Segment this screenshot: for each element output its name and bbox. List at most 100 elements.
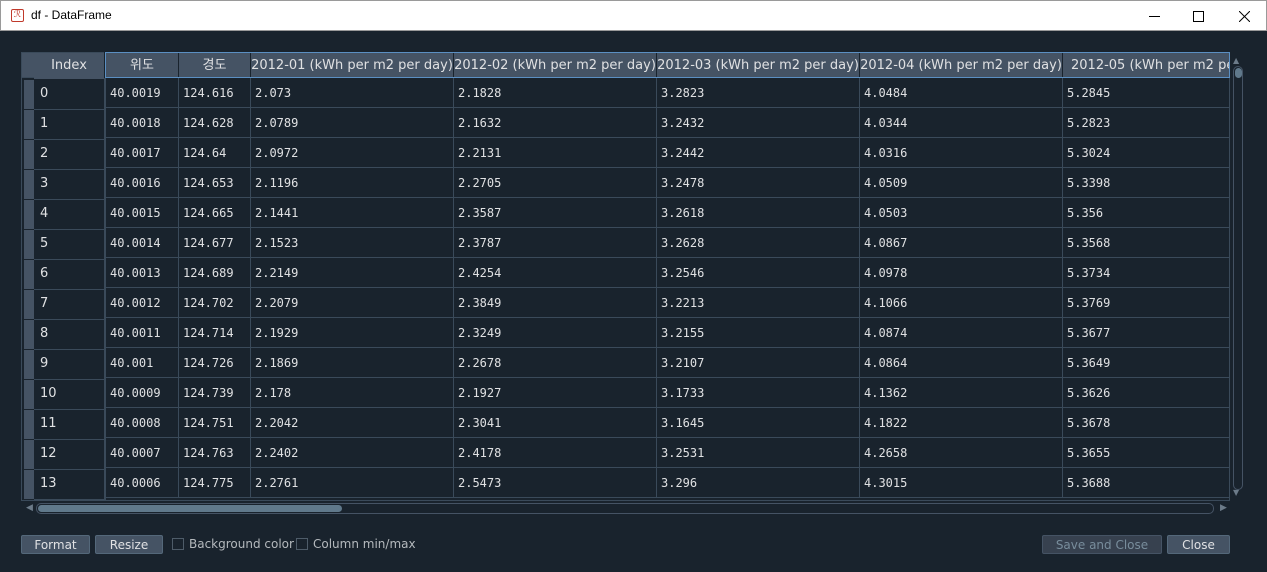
- table-cell[interactable]: 40.001: [106, 348, 179, 378]
- row-marker[interactable]: [24, 260, 34, 289]
- table-cell[interactable]: 3.2618: [657, 198, 860, 228]
- table-cell[interactable]: 124.677: [179, 228, 251, 258]
- row-marker[interactable]: [24, 200, 34, 229]
- table-cell[interactable]: 5.3769: [1063, 288, 1229, 318]
- table-cell[interactable]: 2.2678: [454, 348, 657, 378]
- index-row[interactable]: 6: [24, 260, 104, 290]
- table-cell[interactable]: 3.2432: [657, 108, 860, 138]
- table-cell[interactable]: 4.2658: [860, 438, 1063, 468]
- table-cell[interactable]: 40.0012: [106, 288, 179, 318]
- table-cell[interactable]: 40.0009: [106, 378, 179, 408]
- table-cell[interactable]: 5.3626: [1063, 378, 1229, 408]
- table-cell[interactable]: 2.073: [251, 78, 454, 108]
- table-cell[interactable]: 2.2131: [454, 138, 657, 168]
- horizontal-scroll-thumb[interactable]: [38, 505, 342, 512]
- table-cell[interactable]: 4.0867: [860, 228, 1063, 258]
- index-row[interactable]: 4: [24, 200, 104, 230]
- checkbox-box[interactable]: [172, 538, 184, 550]
- table-cell[interactable]: 2.5473: [454, 468, 657, 498]
- scroll-down-icon[interactable]: ▼: [1233, 488, 1239, 497]
- table-cell[interactable]: 3.2531: [657, 438, 860, 468]
- table-cell[interactable]: 3.1733: [657, 378, 860, 408]
- table-cell[interactable]: 3.2823: [657, 78, 860, 108]
- table-cell[interactable]: 124.751: [179, 408, 251, 438]
- table-cell[interactable]: 2.3587: [454, 198, 657, 228]
- horizontal-scrollbar[interactable]: ◀ ▶: [26, 503, 1230, 515]
- table-cell[interactable]: 3.296: [657, 468, 860, 498]
- row-marker[interactable]: [24, 140, 34, 169]
- row-marker[interactable]: [24, 110, 34, 139]
- vertical-scroll-thumb[interactable]: [1235, 68, 1242, 78]
- table-cell[interactable]: 5.2845: [1063, 78, 1229, 108]
- scroll-left-icon[interactable]: ◀: [26, 503, 33, 513]
- background-color-checkbox[interactable]: Background color: [172, 537, 294, 551]
- table-cell[interactable]: 2.0789: [251, 108, 454, 138]
- table-cell[interactable]: 2.3249: [454, 318, 657, 348]
- index-row[interactable]: 5: [24, 230, 104, 260]
- table-cell[interactable]: 5.3655: [1063, 438, 1229, 468]
- table-cell[interactable]: 2.1632: [454, 108, 657, 138]
- table-cell[interactable]: 5.3024: [1063, 138, 1229, 168]
- table-cell[interactable]: 2.2149: [251, 258, 454, 288]
- table-cell[interactable]: 4.1362: [860, 378, 1063, 408]
- table-cell[interactable]: 2.1523: [251, 228, 454, 258]
- table-cell[interactable]: 2.2761: [251, 468, 454, 498]
- index-row[interactable]: 7: [24, 290, 104, 320]
- table-cell[interactable]: 4.0874: [860, 318, 1063, 348]
- column-header[interactable]: 2012-02 (kWh per m2 per day): [454, 53, 657, 77]
- table-cell[interactable]: 4.1822: [860, 408, 1063, 438]
- index-row[interactable]: 3: [24, 170, 104, 200]
- table-cell[interactable]: 124.775: [179, 468, 251, 498]
- table-cell[interactable]: 4.0503: [860, 198, 1063, 228]
- column-header[interactable]: 경도: [179, 53, 251, 77]
- table-cell[interactable]: 2.2042: [251, 408, 454, 438]
- table-cell[interactable]: 124.714: [179, 318, 251, 348]
- table-cell[interactable]: 3.2628: [657, 228, 860, 258]
- table-cell[interactable]: 5.3688: [1063, 468, 1229, 498]
- table-cell[interactable]: 40.0013: [106, 258, 179, 288]
- table-cell[interactable]: 2.2079: [251, 288, 454, 318]
- table-cell[interactable]: 2.1196: [251, 168, 454, 198]
- table-cell[interactable]: 2.4254: [454, 258, 657, 288]
- table-cell[interactable]: 2.3787: [454, 228, 657, 258]
- minimize-button[interactable]: [1131, 1, 1177, 31]
- table-cell[interactable]: 124.616: [179, 78, 251, 108]
- table-cell[interactable]: 2.0972: [251, 138, 454, 168]
- table-cell[interactable]: 2.1828: [454, 78, 657, 108]
- column-header[interactable]: 위도: [106, 53, 179, 77]
- index-row[interactable]: 0: [24, 80, 104, 110]
- column-header[interactable]: 2012-04 (kWh per m2 per day): [860, 53, 1063, 77]
- table-cell[interactable]: 124.702: [179, 288, 251, 318]
- index-row[interactable]: 10: [24, 380, 104, 410]
- column-header[interactable]: 2012-03 (kWh per m2 per day): [657, 53, 860, 77]
- scroll-right-icon[interactable]: ▶: [1220, 503, 1227, 513]
- table-cell[interactable]: 3.2478: [657, 168, 860, 198]
- column-header[interactable]: 2012-01 (kWh per m2 per day): [251, 53, 454, 77]
- table-cell[interactable]: 2.1869: [251, 348, 454, 378]
- table-cell[interactable]: 5.3398: [1063, 168, 1229, 198]
- table-cell[interactable]: 2.4178: [454, 438, 657, 468]
- table-cell[interactable]: 5.3568: [1063, 228, 1229, 258]
- table-cell[interactable]: 2.2402: [251, 438, 454, 468]
- table-cell[interactable]: 5.356: [1063, 198, 1229, 228]
- table-cell[interactable]: 40.0006: [106, 468, 179, 498]
- table-cell[interactable]: 4.0864: [860, 348, 1063, 378]
- table-cell[interactable]: 5.3734: [1063, 258, 1229, 288]
- row-marker[interactable]: [24, 410, 34, 439]
- index-header-cell[interactable]: Index: [21, 52, 104, 79]
- table-cell[interactable]: 40.0017: [106, 138, 179, 168]
- row-marker[interactable]: [24, 470, 34, 499]
- table-cell[interactable]: 40.0019: [106, 78, 179, 108]
- table-cell[interactable]: 124.665: [179, 198, 251, 228]
- table-cell[interactable]: 4.0316: [860, 138, 1063, 168]
- table-cell[interactable]: 40.0015: [106, 198, 179, 228]
- index-row[interactable]: 2: [24, 140, 104, 170]
- resize-button[interactable]: Resize: [95, 535, 163, 554]
- table-cell[interactable]: 40.0014: [106, 228, 179, 258]
- table-cell[interactable]: 124.763: [179, 438, 251, 468]
- column-header[interactable]: 2012-05 (kWh per m2 per day): [1063, 53, 1229, 77]
- table-cell[interactable]: 4.0978: [860, 258, 1063, 288]
- table-cell[interactable]: 3.1645: [657, 408, 860, 438]
- table-cell[interactable]: 4.3015: [860, 468, 1063, 498]
- close-window-button[interactable]: [1221, 1, 1267, 31]
